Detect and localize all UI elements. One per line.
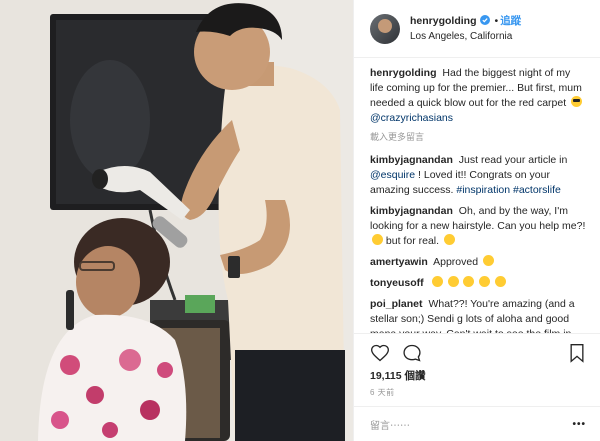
add-comment-bar: 留言⋯⋯ ••• xyxy=(354,406,600,441)
add-comment-input[interactable]: 留言⋯⋯ xyxy=(370,417,410,432)
grin-emoji-icon xyxy=(463,276,475,287)
comment-username[interactable]: kimbyjagnandan xyxy=(370,205,453,217)
grin-emoji-icon xyxy=(483,255,494,266)
comment-username[interactable]: kimbyjagnandan xyxy=(370,154,453,166)
comments-list: henrygolding Had the biggest night of my… xyxy=(354,58,600,333)
photo-illustration xyxy=(0,0,353,441)
header-meta: henrygolding • 追蹤 Los Angeles, Californi… xyxy=(410,14,521,44)
post-header: henrygolding • 追蹤 Los Angeles, Californi… xyxy=(354,0,600,58)
comment-text: Approved xyxy=(433,256,479,268)
likes-count[interactable]: 19,115 個讚 xyxy=(370,368,586,383)
comment-icon[interactable] xyxy=(402,343,422,363)
post-timestamp[interactable]: 6 天前 xyxy=(370,387,586,398)
grin-emoji-icon xyxy=(447,276,459,287)
grin-emoji-icon xyxy=(479,276,491,287)
comment-username[interactable]: tonyeusoff xyxy=(370,277,424,289)
heart-icon[interactable] xyxy=(370,343,390,363)
header-top-row: henrygolding • 追蹤 xyxy=(410,14,521,29)
location-link[interactable]: Los Angeles, California xyxy=(410,29,521,44)
caption: henrygolding Had the biggest night of my… xyxy=(370,66,586,126)
sunglasses-emoji-icon xyxy=(571,96,583,107)
verified-badge-icon xyxy=(477,14,493,29)
post-actions: 19,115 個讚 6 天前 xyxy=(354,333,600,406)
more-icon[interactable]: ••• xyxy=(572,419,586,430)
comment-item: tonyeusoff xyxy=(370,276,586,291)
follow-button[interactable]: 追蹤 xyxy=(500,14,521,29)
comment-username[interactable]: amertyawin xyxy=(370,256,428,268)
instagram-post: henrygolding • 追蹤 Los Angeles, Californi… xyxy=(0,0,600,441)
grin-emoji-icon xyxy=(431,276,443,287)
post-side-panel: henrygolding • 追蹤 Los Angeles, Californi… xyxy=(353,0,600,441)
header-username[interactable]: henrygolding xyxy=(410,14,477,29)
load-more-comments-link[interactable]: 載入更多留言 xyxy=(370,130,586,145)
post-photo[interactable] xyxy=(0,0,353,441)
caption-tag-link[interactable]: @crazyrichasians xyxy=(370,112,453,124)
comment-mention-link[interactable]: @esquire xyxy=(370,169,415,181)
header-separator: • xyxy=(494,14,499,27)
comment-item: kimbyjagnandan Just read your article in… xyxy=(370,153,586,198)
bookmark-icon[interactable] xyxy=(568,343,586,363)
comment-item: kimbyjagnandan Oh, and by the way, I'm l… xyxy=(370,204,586,249)
smile-emoji-icon xyxy=(443,234,455,245)
comment-item: poi_planet What??! You're amazing (and a… xyxy=(370,297,586,333)
comment-username[interactable]: poi_planet xyxy=(370,298,423,310)
comment-hashtags-link[interactable]: #inspiration #actorslife xyxy=(456,184,560,196)
avatar[interactable] xyxy=(370,13,400,44)
laughing-emoji-icon xyxy=(372,234,383,245)
comment-item: amertyawin Approved xyxy=(370,255,586,270)
comment-text: Just read your article in xyxy=(458,154,568,166)
comment-text-continued: but for real. xyxy=(385,235,440,247)
action-icons-row xyxy=(370,340,586,366)
caption-username[interactable]: henrygolding xyxy=(370,67,437,79)
grin-emoji-icon xyxy=(495,276,507,287)
